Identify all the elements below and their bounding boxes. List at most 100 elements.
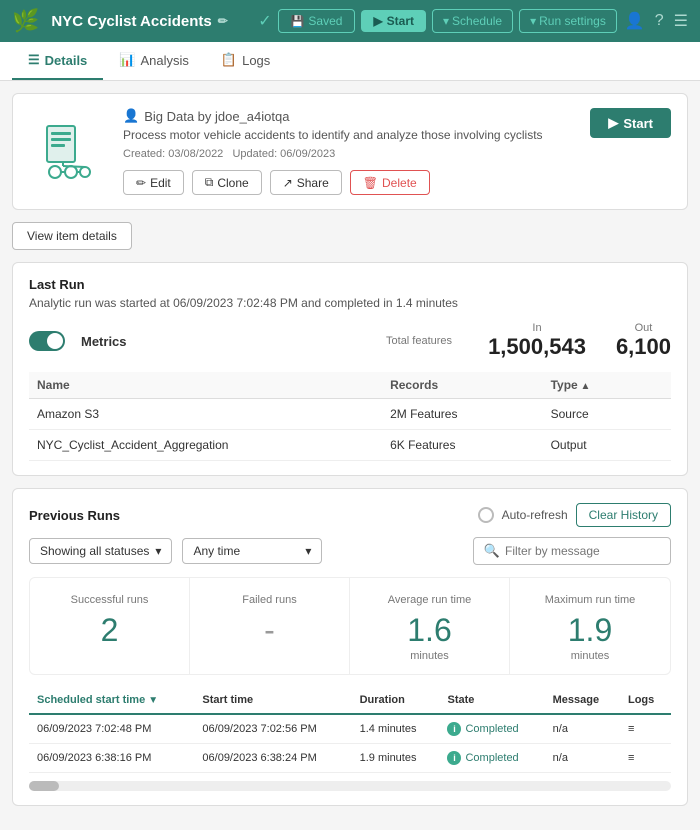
in-value: 1,500,543	[488, 334, 586, 360]
last-run-section: Last Run Analytic run was started at 06/…	[12, 262, 688, 476]
info-action-buttons: ✏ Edit ⧉ Clone ↗ Share 🗑 Delete	[123, 170, 557, 195]
schedule-button[interactable]: ▾ Schedule	[432, 9, 513, 33]
stat-value: -	[198, 614, 341, 646]
runs-col-header-start-time[interactable]: Start time	[194, 687, 351, 714]
row-records: 6K Features	[382, 430, 543, 461]
horizontal-scrollbar[interactable]	[29, 781, 671, 791]
clone-button[interactable]: ⧉ Clone	[192, 170, 262, 195]
schedule-label: Schedule	[452, 14, 502, 28]
tab-logs[interactable]: 📋 Logs	[205, 42, 286, 80]
view-item-details-button[interactable]: View item details	[12, 222, 132, 250]
runs-col-header-logs[interactable]: Logs	[620, 687, 671, 714]
row-name: Amazon S3	[29, 399, 382, 430]
play-icon-top: ▶	[373, 14, 382, 28]
start-button-card[interactable]: ▶ Start	[590, 108, 671, 138]
info-owner: 👤 Big Data by jdoe_a4iotqa	[123, 108, 557, 124]
edit-icon: ✏	[136, 176, 146, 190]
logs-tab-label: Logs	[242, 53, 270, 68]
metrics-table: Name Records Type Amazon S3 2M Features …	[29, 372, 671, 461]
edit-title-icon[interactable]: ✏	[218, 14, 228, 28]
chevron-runsettings-icon: ▾	[530, 14, 536, 28]
info-right-actions: ▶ Start	[571, 108, 671, 195]
share-button[interactable]: ↗ Share	[270, 170, 342, 195]
saved-check-icon: ✓	[258, 11, 271, 31]
stat-label: Average run time	[358, 594, 501, 606]
runs-col-header-scheduled-start-time[interactable]: Scheduled start time ▼	[29, 687, 194, 714]
state-label: Completed	[465, 752, 518, 764]
logs-cell[interactable]: ≡	[620, 714, 671, 744]
stat-label: Failed runs	[198, 594, 341, 606]
title-text: NYC Cyclist Accidents	[51, 13, 211, 30]
duration: 1.4 minutes	[352, 714, 440, 744]
row-type: Source	[543, 399, 671, 430]
start-time: 06/09/2023 7:02:56 PM	[194, 714, 351, 744]
start-label: Start	[387, 14, 414, 28]
metrics-out: Out 6,100	[616, 322, 671, 360]
stat-label: Maximum run time	[518, 594, 662, 606]
runs-col-header-state[interactable]: State	[439, 687, 544, 714]
item-icon	[29, 108, 109, 195]
chevron-schedule-icon: ▾	[443, 14, 449, 28]
details-tab-label: Details	[45, 53, 88, 68]
row-records: 2M Features	[382, 399, 543, 430]
scheduled-start: 06/09/2023 7:02:48 PM	[29, 714, 194, 744]
run-settings-button[interactable]: ▾ Run settings	[519, 9, 617, 33]
stat-unit: minutes	[358, 650, 501, 662]
last-run-title: Last Run	[29, 277, 671, 292]
owner-label: Big Data by jdoe_a4iotqa	[144, 109, 289, 124]
time-filter-label: Any time	[193, 544, 240, 558]
top-bar-actions: ✓ 💾 Saved ▶ Start ▾ Schedule ▾ Run setti…	[258, 9, 617, 33]
total-features-label: Total features	[386, 335, 452, 347]
message-filter[interactable]: 🔍	[473, 537, 671, 565]
search-icon: 🔍	[484, 543, 500, 559]
share-label: Share	[297, 176, 329, 190]
message-filter-input[interactable]	[505, 544, 660, 558]
info-body: 👤 Big Data by jdoe_a4iotqa Process motor…	[123, 108, 557, 195]
tab-details[interactable]: ☰ Details	[12, 42, 103, 80]
clear-history-label: Clear History	[589, 508, 658, 522]
analysis-tab-label: Analysis	[140, 53, 188, 68]
help-icon[interactable]: ?	[655, 12, 664, 30]
status-filter[interactable]: Showing all statuses ▾	[29, 538, 172, 564]
metrics-in: In 1,500,543	[488, 322, 586, 360]
info-meta: Created: 03/08/2022 Updated: 06/09/2023	[123, 148, 557, 160]
info-card: 👤 Big Data by jdoe_a4iotqa Process motor…	[12, 93, 688, 210]
auto-refresh-radio[interactable]	[478, 507, 494, 523]
stats-grid: Successful runs 2 Failed runs - Average …	[29, 577, 671, 675]
previous-runs-controls: Auto-refresh Clear History	[478, 503, 671, 527]
logs-cell[interactable]: ≡	[620, 744, 671, 773]
saved-icon: 💾	[291, 15, 305, 28]
runs-col-header-message[interactable]: Message	[545, 687, 620, 714]
col-header-type[interactable]: Type	[543, 372, 671, 399]
delete-label: Delete	[382, 176, 417, 190]
metrics-toggle[interactable]	[29, 331, 65, 351]
edit-button[interactable]: ✏ Edit	[123, 170, 184, 195]
details-tab-icon: ☰	[28, 52, 40, 68]
runs-table: Scheduled start time ▼Start timeDuration…	[29, 687, 671, 773]
top-bar-utility-icons: 👤 ? ☰	[625, 11, 688, 31]
start-time: 06/09/2023 6:38:24 PM	[194, 744, 351, 773]
scrollbar-thumb[interactable]	[29, 781, 59, 791]
status-icon: i	[447, 722, 461, 736]
tab-analysis[interactable]: 📊 Analysis	[103, 42, 205, 80]
stat-value: 2	[38, 614, 181, 646]
state: i Completed	[439, 744, 544, 773]
clear-history-button[interactable]: Clear History	[576, 503, 671, 527]
saved-button[interactable]: 💾 Saved	[278, 9, 356, 33]
stat-cell: Failed runs -	[190, 578, 350, 674]
row-name: NYC_Cyclist_Accident_Aggregation	[29, 430, 382, 461]
delete-button[interactable]: 🗑 Delete	[350, 170, 430, 195]
state-label: Completed	[465, 723, 518, 735]
time-filter[interactable]: Any time ▾	[182, 538, 322, 564]
table-row: NYC_Cyclist_Accident_Aggregation 6K Feat…	[29, 430, 671, 461]
menu-icon[interactable]: ☰	[674, 11, 688, 31]
metrics-label: Metrics	[81, 334, 127, 349]
stat-value: 1.6	[358, 614, 501, 646]
user-icon[interactable]: 👤	[625, 11, 645, 31]
start-button-top[interactable]: ▶ Start	[361, 10, 426, 32]
stat-cell: Average run time 1.6 minutes	[350, 578, 510, 674]
view-details-label: View item details	[27, 229, 117, 243]
message: n/a	[545, 714, 620, 744]
runs-col-header-duration[interactable]: Duration	[352, 687, 440, 714]
stat-label: Successful runs	[38, 594, 181, 606]
